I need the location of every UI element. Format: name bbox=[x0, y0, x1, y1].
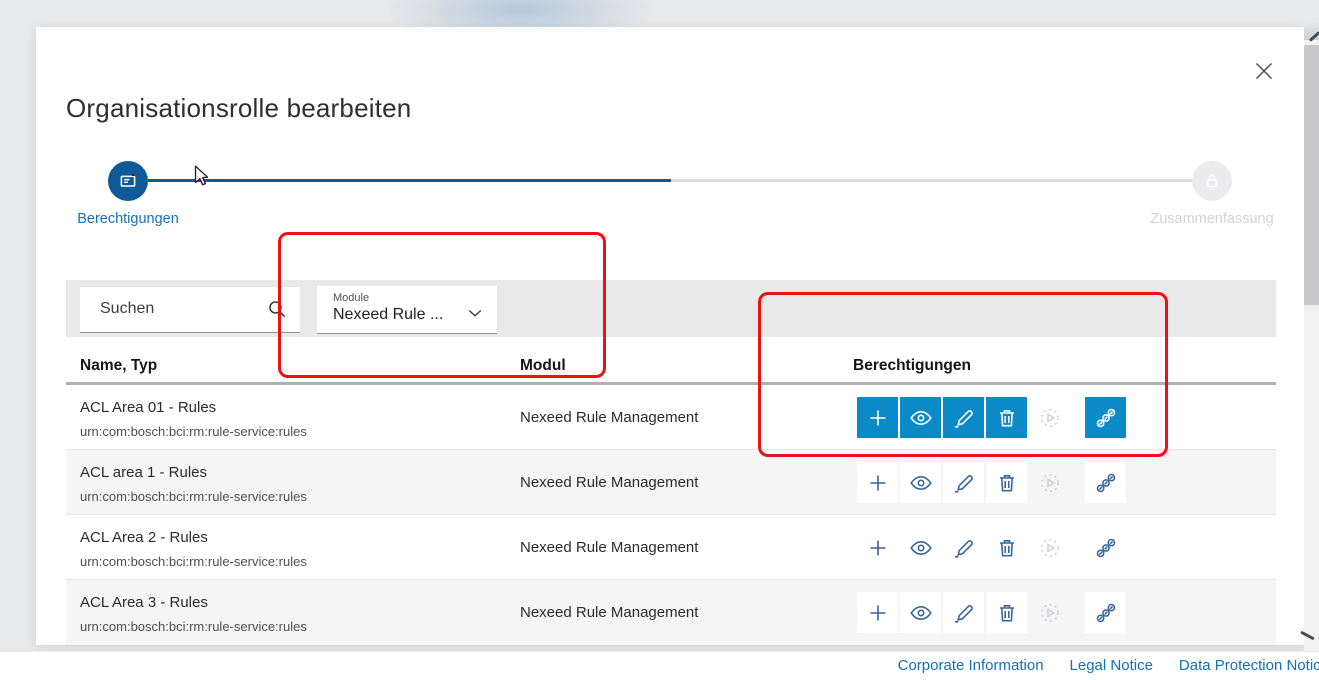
stepper-remaining-line bbox=[671, 179, 1194, 182]
module-select[interactable]: Module Nexeed Rule ... bbox=[317, 286, 497, 334]
page-scrollbar-thumb[interactable] bbox=[1304, 45, 1319, 305]
delete-permission-button[interactable] bbox=[986, 462, 1027, 503]
table-row: ACL area 1 - Rules urn:com:bosch:bci:rm:… bbox=[66, 450, 1276, 515]
column-header-name-typ: Name, Typ bbox=[80, 357, 157, 375]
footer-link-legal-notice[interactable]: Legal Notice bbox=[1070, 657, 1153, 674]
search-icon[interactable] bbox=[266, 298, 288, 320]
table-row: ACL Area 01 - Rules urn:com:bosch:bci:rm… bbox=[66, 385, 1276, 450]
add-icon bbox=[866, 536, 890, 560]
chevron-down-icon bbox=[465, 303, 485, 323]
eye-icon bbox=[909, 471, 933, 495]
search-input[interactable] bbox=[80, 287, 250, 331]
add-icon bbox=[866, 406, 890, 430]
row-name: ACL Area 3 - Rules bbox=[80, 594, 307, 611]
permissions-card-icon bbox=[116, 169, 140, 193]
delete-permission-button[interactable] bbox=[986, 397, 1027, 438]
add-icon bbox=[866, 601, 890, 625]
execute-permission-button bbox=[1029, 462, 1070, 503]
step-label-berechtigungen: Berechtigungen bbox=[77, 211, 179, 227]
row-actions bbox=[857, 397, 1126, 438]
table-row: ACL Area 2 - Rules urn:com:bosch:bci:rm:… bbox=[66, 515, 1276, 580]
edit-icon bbox=[952, 601, 976, 625]
row-name: ACL Area 2 - Rules bbox=[80, 529, 307, 546]
edit-icon bbox=[952, 536, 976, 560]
row-actions bbox=[857, 592, 1126, 633]
table-body: ACL Area 01 - Rules urn:com:bosch:bci:rm… bbox=[66, 385, 1276, 645]
execute-permission-button bbox=[1029, 527, 1070, 568]
delete-icon bbox=[995, 536, 1019, 560]
edit-organization-role-dialog: Organisationsrolle bearbeiten Berechtigu… bbox=[36, 27, 1304, 645]
autorun-icon bbox=[1038, 471, 1062, 495]
edit-permission-button[interactable] bbox=[943, 462, 984, 503]
row-type-urn: urn:com:bosch:bci:rm:rule-service:rules bbox=[80, 554, 307, 569]
link-icon bbox=[1094, 471, 1118, 495]
view-permission-button[interactable] bbox=[900, 527, 941, 568]
row-actions bbox=[857, 527, 1126, 568]
delete-icon bbox=[995, 471, 1019, 495]
execute-permission-button bbox=[1029, 397, 1070, 438]
stepper-progress-line bbox=[148, 179, 671, 182]
eye-icon bbox=[909, 601, 933, 625]
row-module: Nexeed Rule Management bbox=[520, 385, 698, 450]
link-icon bbox=[1094, 406, 1118, 430]
close-icon[interactable] bbox=[1250, 57, 1278, 85]
edit-permission-button[interactable] bbox=[943, 527, 984, 568]
dialog-title: Organisationsrolle bearbeiten bbox=[66, 93, 411, 124]
step-berechtigungen[interactable] bbox=[108, 161, 148, 201]
edit-permission-button[interactable] bbox=[943, 592, 984, 633]
delete-permission-button[interactable] bbox=[986, 527, 1027, 568]
step-label-zusammenfassung: Zusammenfassung bbox=[1150, 211, 1273, 227]
link-permission-button[interactable] bbox=[1085, 397, 1126, 438]
execute-permission-button bbox=[1029, 592, 1070, 633]
row-name: ACL Area 01 - Rules bbox=[80, 399, 307, 416]
row-actions bbox=[857, 462, 1126, 503]
view-permission-button[interactable] bbox=[900, 592, 941, 633]
autorun-icon bbox=[1038, 406, 1062, 430]
delete-icon bbox=[995, 406, 1019, 430]
add-icon bbox=[866, 471, 890, 495]
table-row: ACL Area 3 - Rules urn:com:bosch:bci:rm:… bbox=[66, 580, 1276, 645]
edit-icon bbox=[952, 471, 976, 495]
lock-icon bbox=[1200, 169, 1224, 193]
edit-permission-button[interactable] bbox=[943, 397, 984, 438]
view-permission-button[interactable] bbox=[900, 397, 941, 438]
row-module: Nexeed Rule Management bbox=[520, 580, 698, 645]
autorun-icon bbox=[1038, 601, 1062, 625]
footer-link-data-protection-notice[interactable]: Data Protection Notice bbox=[1179, 657, 1319, 674]
search-field bbox=[80, 287, 300, 333]
column-header-modul: Modul bbox=[520, 357, 566, 375]
link-permission-button[interactable] bbox=[1085, 592, 1126, 633]
row-module: Nexeed Rule Management bbox=[520, 450, 698, 515]
link-permission-button[interactable] bbox=[1085, 527, 1126, 568]
eye-icon bbox=[909, 536, 933, 560]
row-type-urn: urn:com:bosch:bci:rm:rule-service:rules bbox=[80, 489, 307, 504]
footer-link-corporate-information[interactable]: Corporate Information bbox=[898, 657, 1044, 674]
link-icon bbox=[1094, 536, 1118, 560]
add-permission-button[interactable] bbox=[857, 462, 898, 503]
add-permission-button[interactable] bbox=[857, 527, 898, 568]
link-permission-button[interactable] bbox=[1085, 462, 1126, 503]
table-header: Name, Typ Modul Berechtigungen bbox=[66, 337, 1276, 385]
autorun-icon bbox=[1038, 536, 1062, 560]
link-icon bbox=[1094, 601, 1118, 625]
view-permission-button[interactable] bbox=[900, 462, 941, 503]
column-header-berechtigungen: Berechtigungen bbox=[853, 357, 971, 375]
row-module: Nexeed Rule Management bbox=[520, 515, 698, 580]
add-permission-button[interactable] bbox=[857, 592, 898, 633]
delete-icon bbox=[995, 601, 1019, 625]
add-permission-button[interactable] bbox=[857, 397, 898, 438]
edit-icon bbox=[952, 406, 976, 430]
row-type-urn: urn:com:bosch:bci:rm:rule-service:rules bbox=[80, 424, 307, 439]
row-name: ACL area 1 - Rules bbox=[80, 464, 307, 481]
page-footer: Corporate Information Legal Notice Data … bbox=[0, 651, 1319, 680]
step-zusammenfassung bbox=[1192, 161, 1232, 201]
row-type-urn: urn:com:bosch:bci:rm:rule-service:rules bbox=[80, 619, 307, 634]
eye-icon bbox=[909, 406, 933, 430]
delete-permission-button[interactable] bbox=[986, 592, 1027, 633]
